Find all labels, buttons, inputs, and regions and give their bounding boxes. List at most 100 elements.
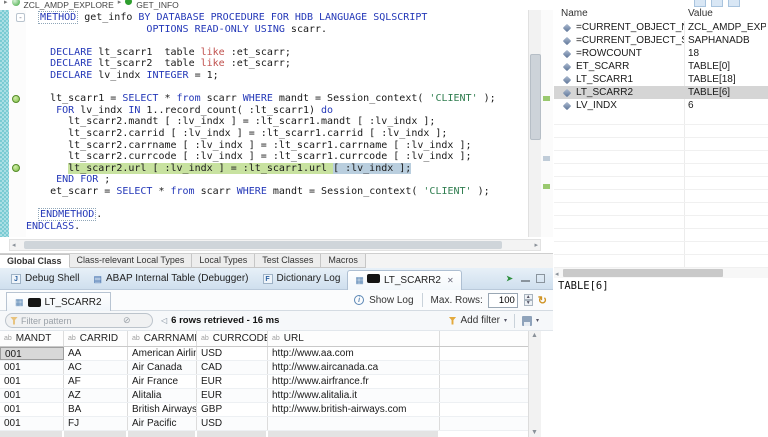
code-line[interactable]: OPTIONS READ-ONLY USING scarr. [26, 24, 528, 36]
table-cell[interactable]: CAD [197, 361, 268, 374]
table-cell[interactable]: Alitalia [128, 389, 197, 402]
table-cell[interactable]: EUR [197, 389, 268, 402]
code-line[interactable] [26, 82, 528, 94]
variable-row-_rowcount[interactable]: =ROWCOUNT 18 [554, 47, 768, 60]
table-cell[interactable]: http://www.airfrance.fr [268, 375, 440, 388]
class-tab-global-class[interactable]: Global Class [0, 254, 70, 268]
table-cell[interactable]: http://www.aa.com [268, 347, 440, 360]
scroll-left-icon[interactable]: ◂ [12, 241, 16, 249]
max-rows-stepper[interactable]: ▲ ▼ [523, 294, 533, 306]
fold-collapse-icon[interactable]: - [16, 13, 25, 22]
max-rows-input[interactable] [487, 292, 518, 308]
table-row[interactable]: 001 FJ Air Pacific USD [0, 417, 528, 431]
table-cell[interactable]: Air Pacific [128, 417, 197, 430]
table-cell[interactable]: 001 [0, 361, 64, 374]
code-line[interactable]: FOR lv_indx IN 1..record_count( :lt_scar… [26, 105, 528, 117]
table-cell[interactable]: AC [64, 361, 128, 374]
table-cell[interactable]: AA [64, 347, 128, 360]
code-line[interactable]: ENDMETHOD. [26, 208, 528, 222]
breadcrumb-class[interactable]: ZCL_AMDP_EXPLORE [24, 0, 114, 10]
code-line[interactable]: METHOD get_info BY DATABASE PROCEDURE FO… [26, 11, 528, 24]
breakpoint-marker-icon[interactable] [12, 94, 20, 103]
column-header-currcode[interactable]: ab CURRCODE [197, 331, 268, 346]
table-row[interactable]: 001 BA British Airways GBP http://www.britis… [0, 403, 528, 417]
table-cell[interactable]: AF [64, 375, 128, 388]
stepper-down-icon[interactable]: ▼ [523, 300, 533, 306]
clear-filter-icon[interactable]: ⊘ [123, 315, 131, 326]
class-tab-class-relevant-local-types[interactable]: Class-relevant Local Types [69, 254, 193, 268]
table-row[interactable]: 001AAAmerican AirlinesUSDhttp://www.aa.c… [0, 347, 528, 361]
table-cell[interactable]: 001 [0, 417, 64, 430]
scroll-left-icon[interactable]: ◂ [555, 270, 559, 278]
scrollbar-thumb[interactable] [530, 54, 541, 140]
scroll-down-icon[interactable]: ▼ [531, 429, 538, 436]
minimize-icon[interactable] [521, 275, 530, 282]
table-cell[interactable]: American Airlines [128, 347, 197, 360]
table-cell[interactable]: EUR [197, 375, 268, 388]
variable-row-lt_scarr1[interactable]: LT_SCARR1 TABLE[18] [554, 73, 768, 86]
toolbar-icon[interactable] [694, 0, 706, 7]
code-line[interactable]: lt_scarr1 = SELECT * from scarr WHERE ma… [26, 93, 528, 105]
overview-marker[interactable] [543, 184, 550, 189]
table-cell[interactable]: British Airways [128, 403, 197, 416]
code-line[interactable]: lt_scarr2.url [ :lv_indx ] = :lt_scarr1.… [26, 162, 528, 175]
table-cell[interactable]: FJ [64, 417, 128, 430]
table-cell[interactable]: AZ [64, 389, 128, 402]
overview-marker[interactable] [543, 156, 550, 161]
breadcrumb-method[interactable]: GET_INFO [136, 0, 179, 10]
table-cell[interactable]: 001 [0, 375, 64, 388]
add-filter-dropdown-icon[interactable]: ▾ [504, 317, 507, 324]
toolbar-icon[interactable] [711, 0, 723, 7]
toolbar-icon[interactable] [728, 0, 740, 7]
grid-vertical-scrollbar[interactable]: ▲ ▼ [528, 331, 541, 437]
table-cell[interactable]: 001 [0, 403, 64, 416]
table-cell[interactable]: 001 [0, 389, 64, 402]
table-cell[interactable]: USD [197, 347, 268, 360]
table-cell[interactable]: http://www.aircanada.ca [268, 361, 440, 374]
class-tab-macros[interactable]: Macros [321, 254, 366, 268]
code-line[interactable]: END FOR ; [26, 174, 528, 186]
column-header-mandt[interactable]: ab MANDT [0, 331, 64, 346]
table-cell[interactable] [268, 417, 440, 430]
class-tab-test-classes[interactable]: Test Classes [255, 254, 322, 268]
table-cell[interactable]: http://www.british-airways.com [268, 403, 440, 416]
value-column-header[interactable]: Value [688, 8, 713, 19]
table-cell[interactable]: GBP [197, 403, 268, 416]
table-cell[interactable]: 001 [0, 347, 64, 360]
code-line[interactable]: lt_scarr2.carrname [ :lv_indx ] = :lt_sc… [26, 140, 528, 152]
code-line[interactable]: lt_scarr2.mandt [ :lv_indx ] = :lt_scarr… [26, 116, 528, 128]
view-tab-lt-scarr2[interactable]: ▦ LT_SCARR2 ✕ [347, 269, 462, 290]
show-log-button[interactable]: Show Log [369, 295, 413, 306]
result-subtab[interactable]: ▦ LT_SCARR2 [6, 291, 111, 312]
column-header-carrname[interactable]: ab CARRNAME [128, 331, 197, 346]
code-line[interactable]: DECLARE lt_scarr2 table like :et_scarr; [26, 58, 528, 70]
export-save-icon[interactable] [521, 315, 532, 326]
table-row[interactable]: 001 AZ Alitalia EUR http://www.alitalia.it [0, 389, 528, 403]
restore-view-icon[interactable]: ➤ [504, 274, 515, 284]
code-line[interactable]: ENDCLASS. [26, 221, 528, 233]
editor-vertical-scrollbar[interactable] [528, 10, 541, 237]
view-tab-debug-shell[interactable]: J Debug Shell [4, 270, 86, 287]
table-cell[interactable]: Air France [128, 375, 197, 388]
code-line[interactable]: DECLARE lt_scarr1 table like :et_scarr; [26, 47, 528, 59]
filter-pattern-input[interactable] [18, 315, 123, 326]
column-header-url[interactable]: ab URL [268, 331, 440, 346]
code-editor[interactable]: METHOD get_info BY DATABASE PROCEDURE FO… [0, 10, 553, 253]
table-cell[interactable]: USD [197, 417, 268, 430]
view-tab-dictionary-log[interactable]: F Dictionary Log [256, 270, 348, 287]
table-cell[interactable]: BA [64, 403, 128, 416]
code-line[interactable] [26, 198, 528, 210]
scroll-up-icon[interactable]: ▲ [531, 332, 538, 339]
maximize-icon[interactable] [536, 274, 545, 283]
variable-row-_current_object_name[interactable]: =CURRENT_OBJECT_NAME ZCL_AMDP_EXPLORE=>G [554, 21, 768, 34]
view-tab-abap-internal-table-debugger-[interactable]: ▤ ABAP Internal Table (Debugger) [86, 270, 255, 287]
code-line[interactable]: lt_scarr2.currcode [ :lv_indx ] = :lt_sc… [26, 151, 528, 163]
table-cell[interactable]: http://www.alitalia.it [268, 389, 440, 402]
editor-horizontal-scrollbar[interactable]: ◂ ▸ [9, 239, 541, 251]
variable-row-_current_object_schem[interactable]: =CURRENT_OBJECT_SCHEM SAPHANADB [554, 34, 768, 47]
export-dropdown-icon[interactable]: ▾ [536, 317, 539, 324]
code-line[interactable]: lt_scarr2.carrid [ :lv_indx ] = :lt_scar… [26, 128, 528, 140]
editor-overview-ruler[interactable] [541, 10, 553, 237]
close-icon[interactable]: ✕ [447, 276, 454, 285]
overview-marker[interactable] [543, 96, 550, 101]
